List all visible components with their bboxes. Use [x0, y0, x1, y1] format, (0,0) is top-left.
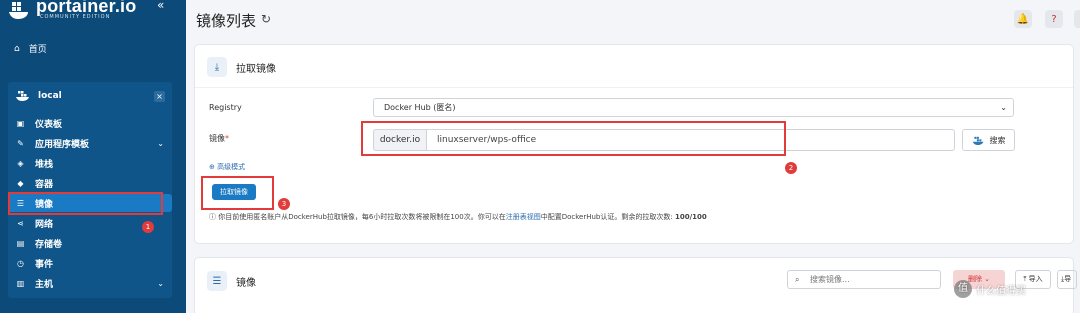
annotation-box-image-input	[361, 121, 786, 156]
host-icon: ▥	[16, 278, 25, 288]
home-icon: ⌂	[14, 43, 20, 54]
user-menu-icon[interactable]	[1074, 10, 1080, 28]
docker-icon	[972, 136, 983, 145]
annotation-badge-3: 3	[278, 198, 290, 210]
annotation-badge-2: 2	[785, 162, 797, 174]
rate-limit-note: ⓘ 你目前使用匿名账户从DockerHub拉取镜像，每6小时拉取次数将被限制在1…	[209, 212, 707, 222]
watermark-logo: 值	[954, 280, 972, 298]
notifications-icon[interactable]: 🔔	[1014, 10, 1032, 28]
portainer-whale-icon	[9, 2, 28, 19]
export-label: 导出	[1064, 275, 1072, 283]
help-icon[interactable]: ?	[1045, 10, 1063, 28]
globe-icon: ⊕	[209, 163, 215, 171]
templates-icon: ✎	[17, 138, 24, 148]
annotation-box-pull-button	[201, 176, 274, 210]
environment-name: local	[38, 90, 62, 101]
pull-count: 100/100	[674, 213, 707, 221]
sidebar-item-home[interactable]: ⌂ 首页	[14, 42, 47, 56]
sidebar-item-label: 网络	[35, 219, 54, 230]
brand-edition: COMMUNITY EDITION	[40, 14, 111, 20]
list-icon: ☰	[207, 271, 227, 291]
page-title: 镜像列表	[196, 12, 257, 30]
registry-label: Registry	[209, 103, 242, 112]
advanced-mode-link[interactable]: ⊕ 高级模式	[209, 162, 245, 172]
image-label-text: 镜像	[209, 134, 225, 143]
sidebar-item-events[interactable]: ◷ 事件	[8, 254, 172, 272]
download-icon: ⤓	[207, 57, 227, 77]
registry-view-link[interactable]: 注册表视图	[506, 213, 541, 221]
sidebar-item-label: 堆栈	[35, 159, 54, 170]
pull-image-panel: ⤓ 拉取镜像 Registry Docker Hub (匿名) ⌄ 镜像* do…	[194, 44, 1074, 244]
events-icon: ◷	[17, 258, 24, 268]
advanced-mode-label: 高级模式	[217, 163, 246, 171]
close-icon[interactable]: ×	[154, 91, 165, 102]
image-label: 镜像*	[209, 133, 229, 144]
image-search-input[interactable]: ⌕ 搜索镜像...	[787, 270, 941, 289]
sidebar-item-dashboard[interactable]: ▣ 仪表板	[8, 114, 172, 132]
sidebar-item-templates[interactable]: ✎ 应用程序模板 ⌄	[8, 134, 172, 152]
export-button[interactable]: ⤓导出	[1057, 270, 1077, 289]
sidebar-item-label: 事件	[35, 259, 54, 270]
sidebar-collapse-icon[interactable]: «	[157, 0, 164, 12]
import-label: 导入	[1028, 275, 1043, 283]
required-mark: *	[225, 134, 229, 143]
page-header: 镜像列表 ↻ 🔔 ?	[186, 0, 1080, 38]
watermark: 值 什么值得买	[954, 280, 1026, 298]
chevron-down-icon: ⌄	[1000, 103, 1007, 112]
chevron-down-icon: ⌄	[157, 138, 164, 148]
dashboard-icon: ▣	[16, 118, 25, 128]
images-title: 镜像	[236, 277, 256, 289]
annotation-box-images	[8, 192, 163, 215]
sidebar-item-label: 存储卷	[35, 239, 63, 250]
sidebar-item-label: 容器	[35, 179, 54, 190]
refresh-icon[interactable]: ↻	[261, 12, 271, 26]
sidebar: portainer.io COMMUNITY EDITION « ⌂ 首页 lo…	[0, 0, 186, 313]
environment-panel: local × ▣ 仪表板 ✎ 应用程序模板 ⌄ ◈ 堆栈 ◆ 容器 ☰ 镜像 …	[8, 82, 172, 298]
info-icon: ⓘ	[209, 213, 216, 221]
search-placeholder: 搜索镜像...	[810, 275, 850, 284]
volumes-icon: ▤	[16, 238, 25, 248]
note-text-suffix: 中配置DockerHub认证。剩余的拉取次数:	[540, 213, 673, 221]
sidebar-item-label: 首页	[28, 45, 47, 55]
annotation-badge-1: 1	[142, 221, 154, 233]
search-button[interactable]: 搜索	[962, 129, 1015, 151]
network-icon: ⋖	[17, 218, 24, 228]
sidebar-item-label: 应用程序模板	[35, 139, 90, 150]
sidebar-item-host[interactable]: ▥ 主机 ⌄	[8, 274, 172, 292]
stacks-icon: ◈	[17, 158, 24, 168]
divider	[195, 87, 1073, 88]
chevron-down-icon: ⌄	[157, 278, 164, 288]
environment-header[interactable]: local	[16, 90, 62, 101]
portainer-logo[interactable]: portainer.io COMMUNITY EDITION	[6, 0, 156, 24]
watermark-text: 什么值得买	[976, 285, 1026, 297]
registry-select[interactable]: Docker Hub (匿名) ⌄	[373, 98, 1014, 117]
pull-image-title: 拉取镜像	[236, 63, 276, 75]
registry-select-value: Docker Hub (匿名)	[384, 103, 456, 112]
containers-icon: ◆	[17, 178, 24, 188]
sidebar-item-containers[interactable]: ◆ 容器	[8, 174, 172, 192]
sidebar-item-volumes[interactable]: ▤ 存储卷	[8, 234, 172, 252]
note-text: 你目前使用匿名账户从DockerHub拉取镜像，每6小时拉取次数将被限制在100…	[218, 213, 506, 221]
docker-icon	[16, 91, 29, 101]
images-panel: ☰ 镜像 ⌕ 搜索镜像... 删除 ⌄ ⤒ 导入 ⤓导出	[194, 257, 1077, 313]
sidebar-item-label: 主机	[35, 279, 54, 290]
search-icon: ⌕	[795, 275, 800, 284]
pull-image-header: ⤓ 拉取镜像	[207, 57, 276, 77]
sidebar-item-label: 仪表板	[35, 119, 63, 130]
images-header: ☰ 镜像	[207, 271, 256, 291]
sidebar-item-stacks[interactable]: ◈ 堆栈	[8, 154, 172, 172]
search-button-label: 搜索	[989, 135, 1006, 145]
